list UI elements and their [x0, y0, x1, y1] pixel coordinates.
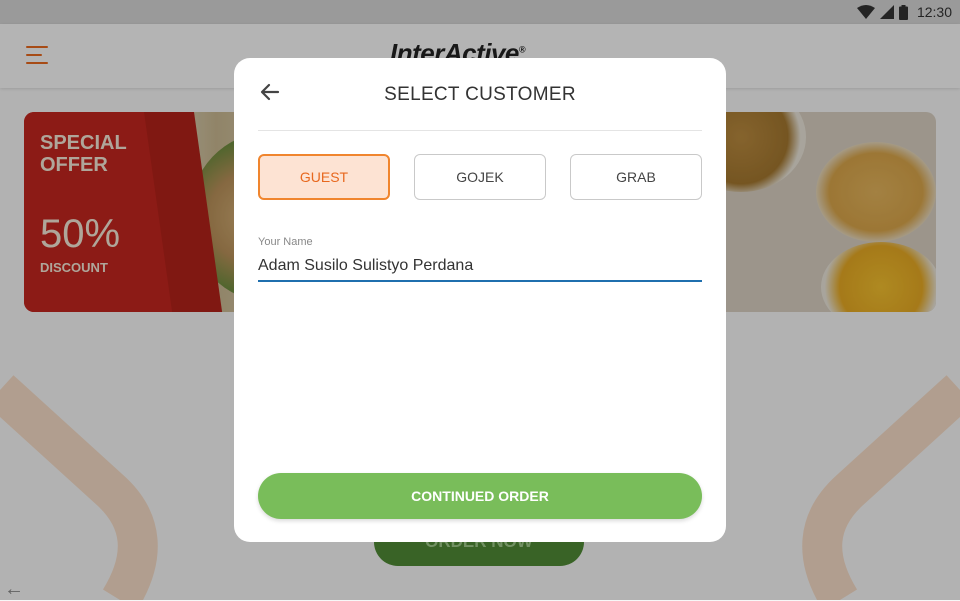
customer-type-guest[interactable]: GUEST — [258, 154, 390, 200]
name-input[interactable] — [258, 252, 702, 282]
customer-type-gojek[interactable]: GOJEK — [414, 154, 546, 200]
name-field-label: Your Name — [258, 236, 313, 248]
select-customer-dialog: SELECT CUSTOMER GUEST GOJEK GRAB Your Na… — [234, 58, 726, 542]
customer-type-grab[interactable]: GRAB — [570, 154, 702, 200]
dialog-title: SELECT CUSTOMER — [384, 84, 576, 105]
continue-order-button[interactable]: CONTINUED ORDER — [258, 473, 702, 519]
divider — [258, 130, 702, 131]
